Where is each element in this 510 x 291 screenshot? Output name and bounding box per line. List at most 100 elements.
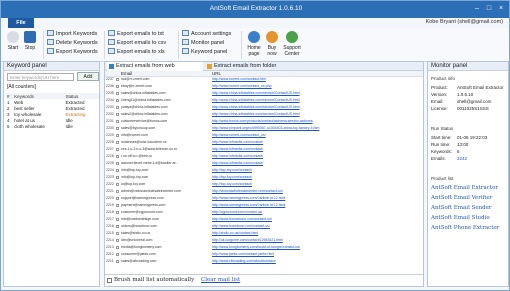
row-checkbox[interactable] — [116, 106, 119, 109]
row-checkbox[interactable] — [116, 211, 119, 214]
product-link[interactable]: AntSoft Phone Extractor — [431, 225, 499, 231]
row-checkbox[interactable] — [116, 260, 119, 263]
row-checkbox[interactable] — [116, 232, 119, 235]
keyword-input[interactable]: Enter keywords(UH here — [7, 73, 74, 81]
row-checkbox[interactable] — [116, 197, 119, 200]
keyword-row[interactable]: 5 cloth wholesale Idle — [6, 123, 99, 129]
add-keyword-button[interactable]: Add — [77, 72, 99, 81]
email-row[interactable]: 2233 yuaiya@china-inflatables.com http://w… — [105, 105, 423, 110]
export-xls-button[interactable]: Export emails to xls — [108, 48, 165, 56]
close-icon[interactable]: × — [495, 4, 507, 14]
row-checkbox[interactable] — [116, 78, 119, 81]
email-row[interactable]: 2225 aaronel.tlevet.vrese.1.d@baoller-ar.… — [105, 161, 423, 166]
buy-now-button[interactable]: Buy now — [265, 31, 279, 57]
row-checkbox[interactable] — [116, 127, 119, 130]
row-url[interactable]: http://www.romert.com/contact_us.php — [212, 84, 420, 89]
export-csv-button[interactable]: Export emails to csv — [108, 39, 166, 47]
email-row[interactable]: 2213 media@kongbomeny.com http://www.kongb… — [105, 245, 423, 250]
email-row[interactable]: 2211 sales@clbroading.com http://www.clbro… — [105, 259, 423, 264]
row-url[interactable]: http://www.lofmedia.com/contact/ — [212, 147, 420, 152]
support-center-button[interactable]: Support Center — [281, 31, 303, 57]
export-keywords-button[interactable]: Export Keywords — [47, 48, 98, 56]
row-url[interactable]: http://top-toy.com/contact/ — [212, 168, 420, 173]
row-checkbox[interactable] — [116, 148, 119, 151]
brush-checkbox[interactable] — [107, 278, 112, 283]
all-keywords-filter[interactable]: [All counters] — [7, 84, 36, 90]
row-url[interactable]: http://www.lofmedia.com/contact/ — [212, 154, 420, 159]
row-url[interactable]: http://cgpccount.com/contact-us/ — [212, 210, 420, 215]
email-row[interactable]: 2229 info@romert.com http://www.romert.com… — [105, 133, 423, 138]
row-checkbox[interactable] — [116, 176, 119, 179]
email-row[interactable]: 2227 ves.1.u-2.b.s-3@www.telecom.us.ru htt… — [105, 147, 423, 152]
email-row[interactable]: 2230 sales@bycosoup.com http://www.pinpoin… — [105, 126, 423, 131]
row-checkbox[interactable] — [116, 225, 119, 228]
row-checkbox[interactable] — [116, 239, 119, 242]
keyword-panel-toggle[interactable]: Keyword panel — [182, 48, 227, 56]
email-row[interactable]: 2214 dtm@unioneral.com http://uk.loogome.c… — [105, 238, 423, 243]
row-url[interactable]: http://www.pinpoint.org/nc0990067-u10044… — [212, 126, 420, 131]
row-url[interactable]: http://www.bosobonc.com/contact-us/ — [212, 224, 420, 229]
row-checkbox[interactable] — [116, 169, 119, 172]
email-row[interactable]: 2220 support@sammypress.com http://www.sam… — [105, 196, 423, 201]
row-checkbox[interactable] — [116, 92, 119, 95]
email-row[interactable]: 2232 sales2@china-inflatables.com http://w… — [105, 112, 423, 117]
email-row[interactable]: 2237 rua@rr-cmert.com http://www.romert.co… — [105, 77, 423, 82]
email-row[interactable]: 2219 payment@sammypress.com http://www.sam… — [105, 203, 423, 208]
row-checkbox[interactable] — [116, 162, 119, 165]
import-keywords-button[interactable]: Import Keywords — [47, 30, 97, 38]
home-page-button[interactable]: Home page — [245, 31, 263, 57]
row-url[interactable]: http://www.china-inflatables.com/service… — [212, 112, 420, 117]
email-row[interactable]: 2236 ebay@rr-cmert.com http://www.romert.c… — [105, 84, 423, 89]
email-row[interactable]: 2216 orders@bosobonc.com http://www.bosobo… — [105, 224, 423, 229]
row-url[interactable]: http://www.lofmedia.com/contact/ — [212, 161, 420, 166]
tab-extract-web[interactable]: Extract emails from web — [107, 62, 203, 71]
row-url[interactable]: http://www.jaeks.com/contact-jaeks.html — [212, 252, 420, 257]
row-url[interactable]: http://shdic.co.us/contact.html — [212, 231, 420, 236]
email-row[interactable]: 2228 ruwlesses@shcl-toxoderm.cs http://www… — [105, 140, 423, 145]
row-url[interactable]: http://victoriawholesalecentre.com/conta… — [212, 189, 420, 194]
delete-keywords-button[interactable]: Delete Keywords — [47, 39, 98, 47]
product-link[interactable]: AntSoft Email Studio — [431, 215, 490, 221]
row-checkbox[interactable] — [116, 155, 119, 158]
row-checkbox[interactable] — [116, 120, 119, 123]
product-link[interactable]: AntSoft Email Extractor — [431, 185, 498, 191]
row-url[interactable]: http://uk.loogome.com/contact/12983421.h… — [212, 238, 420, 243]
row-url[interactable]: http://top-toy.com/contact/ — [212, 175, 420, 180]
row-checkbox[interactable] — [116, 141, 119, 144]
clear-list-link[interactable]: Clear mail list — [201, 277, 240, 283]
row-checkbox[interactable] — [116, 218, 119, 221]
row-url[interactable]: http://www.sammypress.com/?article-id-12… — [212, 203, 420, 208]
email-row[interactable]: 2235 sales@china-inflatables.com http://ww… — [105, 91, 423, 96]
email-row[interactable]: 2215 sales@shdic.co.us http://shdic.co.us/… — [105, 231, 423, 236]
account-settings-button[interactable]: Account settings — [182, 30, 231, 38]
email-row[interactable]: 2222 lo@top-toy.com http://top-toy.com/con… — [105, 182, 423, 187]
email-row[interactable]: 2226 r.on.off.to.r.@beb.ru http://www.lofm… — [105, 154, 423, 159]
row-url[interactable]: http://www.romert.com/contact_us/ — [212, 133, 420, 138]
product-link[interactable]: AntSoft Email Verifier — [431, 195, 492, 201]
tab-extract-folder[interactable]: Extract emails from folder — [205, 62, 305, 71]
row-checkbox[interactable] — [116, 134, 119, 137]
row-url[interactable]: http://www.clbroading.com/about/contact/ — [212, 259, 420, 264]
monitor-panel-toggle[interactable]: Monitor panel — [182, 39, 224, 47]
row-url[interactable]: http://www.china-inflatables.com/service… — [212, 105, 420, 110]
row-checkbox[interactable] — [116, 253, 119, 256]
email-row[interactable]: 2224 info@top-toy.com http://top-toy.com/c… — [105, 168, 423, 173]
row-checkbox[interactable] — [116, 113, 119, 116]
row-url[interactable]: http://www.romert.com/contact.htm — [212, 77, 420, 82]
row-url[interactable]: http://www.sammypress.com/?article-id-12… — [212, 196, 420, 201]
email-row[interactable]: 2221 admin@victoriawholesaleincentre.com h… — [105, 189, 423, 194]
row-checkbox[interactable] — [116, 99, 119, 102]
email-row[interactable]: 2218 customer@cgpccount.com http://cgpccou… — [105, 210, 423, 215]
stop-button[interactable]: Stop — [23, 31, 37, 51]
email-row[interactable]: 2212 consumer@jaeks.com http://www.jaeks.c… — [105, 252, 423, 257]
row-checkbox[interactable] — [116, 183, 119, 186]
row-checkbox[interactable] — [116, 246, 119, 249]
email-row[interactable]: 2234 cheng11@china-inflatables.com http://… — [105, 98, 423, 103]
row-url[interactable]: http://www.china-inflatables.com/service… — [212, 91, 420, 96]
start-button[interactable]: Start — [7, 31, 19, 51]
email-row[interactable]: 2217 info@roadsedesign.com http://www.bono… — [105, 217, 423, 222]
row-url[interactable]: http://top-toy.com/contact/ — [212, 182, 420, 187]
row-url[interactable]: http://www.bonos.com/products/contact/aa… — [212, 119, 420, 124]
export-txt-button[interactable]: Export emails to txt — [108, 30, 164, 38]
row-checkbox[interactable] — [116, 204, 119, 207]
